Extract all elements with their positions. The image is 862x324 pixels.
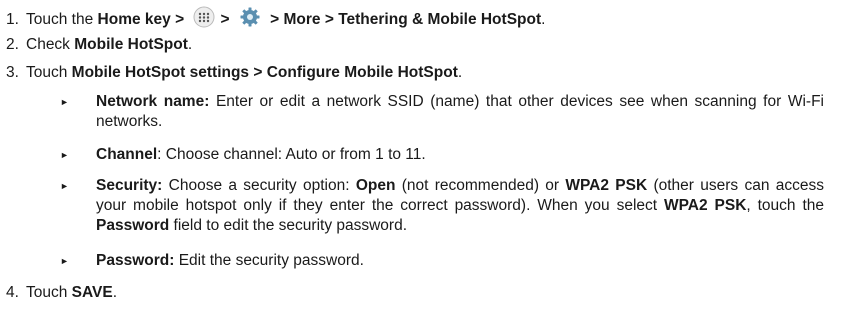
step-number: 4.	[6, 284, 19, 301]
bullet-security: Security: Choose a security option: Open…	[96, 177, 824, 234]
bullet-icon: ►	[60, 181, 69, 191]
bullet-icon: ►	[60, 150, 69, 160]
step-number: 1.	[6, 11, 19, 28]
bullet-channel: Channel: Choose channel: Auto or from 1 …	[96, 146, 426, 163]
bullet-network-name: Network name: Enter or edit a network SS…	[96, 93, 824, 130]
settings-gear-icon	[239, 6, 261, 34]
home-key-label: Home	[97, 11, 141, 28]
menu-path: > More > Tethering & Mobile HotSpot	[270, 11, 542, 28]
step-4: 4. Touch SAVE.	[6, 284, 118, 301]
bullet-password: Password: Edit the security password.	[96, 252, 364, 269]
step-number: 3.	[6, 64, 19, 81]
bullet-icon: ►	[60, 97, 69, 107]
step-2: 2. Check Mobile HotSpot.	[6, 36, 193, 53]
bullet-icon: ►	[60, 256, 69, 266]
step-1: 1. Touch the Home key > > > More > Tethe…	[6, 6, 545, 34]
step-number: 2.	[6, 36, 19, 53]
step-3: 3. Touch Mobile HotSpot settings > Config…	[6, 64, 463, 81]
apps-grid-icon	[193, 6, 215, 34]
instruction-document: 1. Touch the Home key > > > More > Tethe…	[0, 0, 862, 324]
